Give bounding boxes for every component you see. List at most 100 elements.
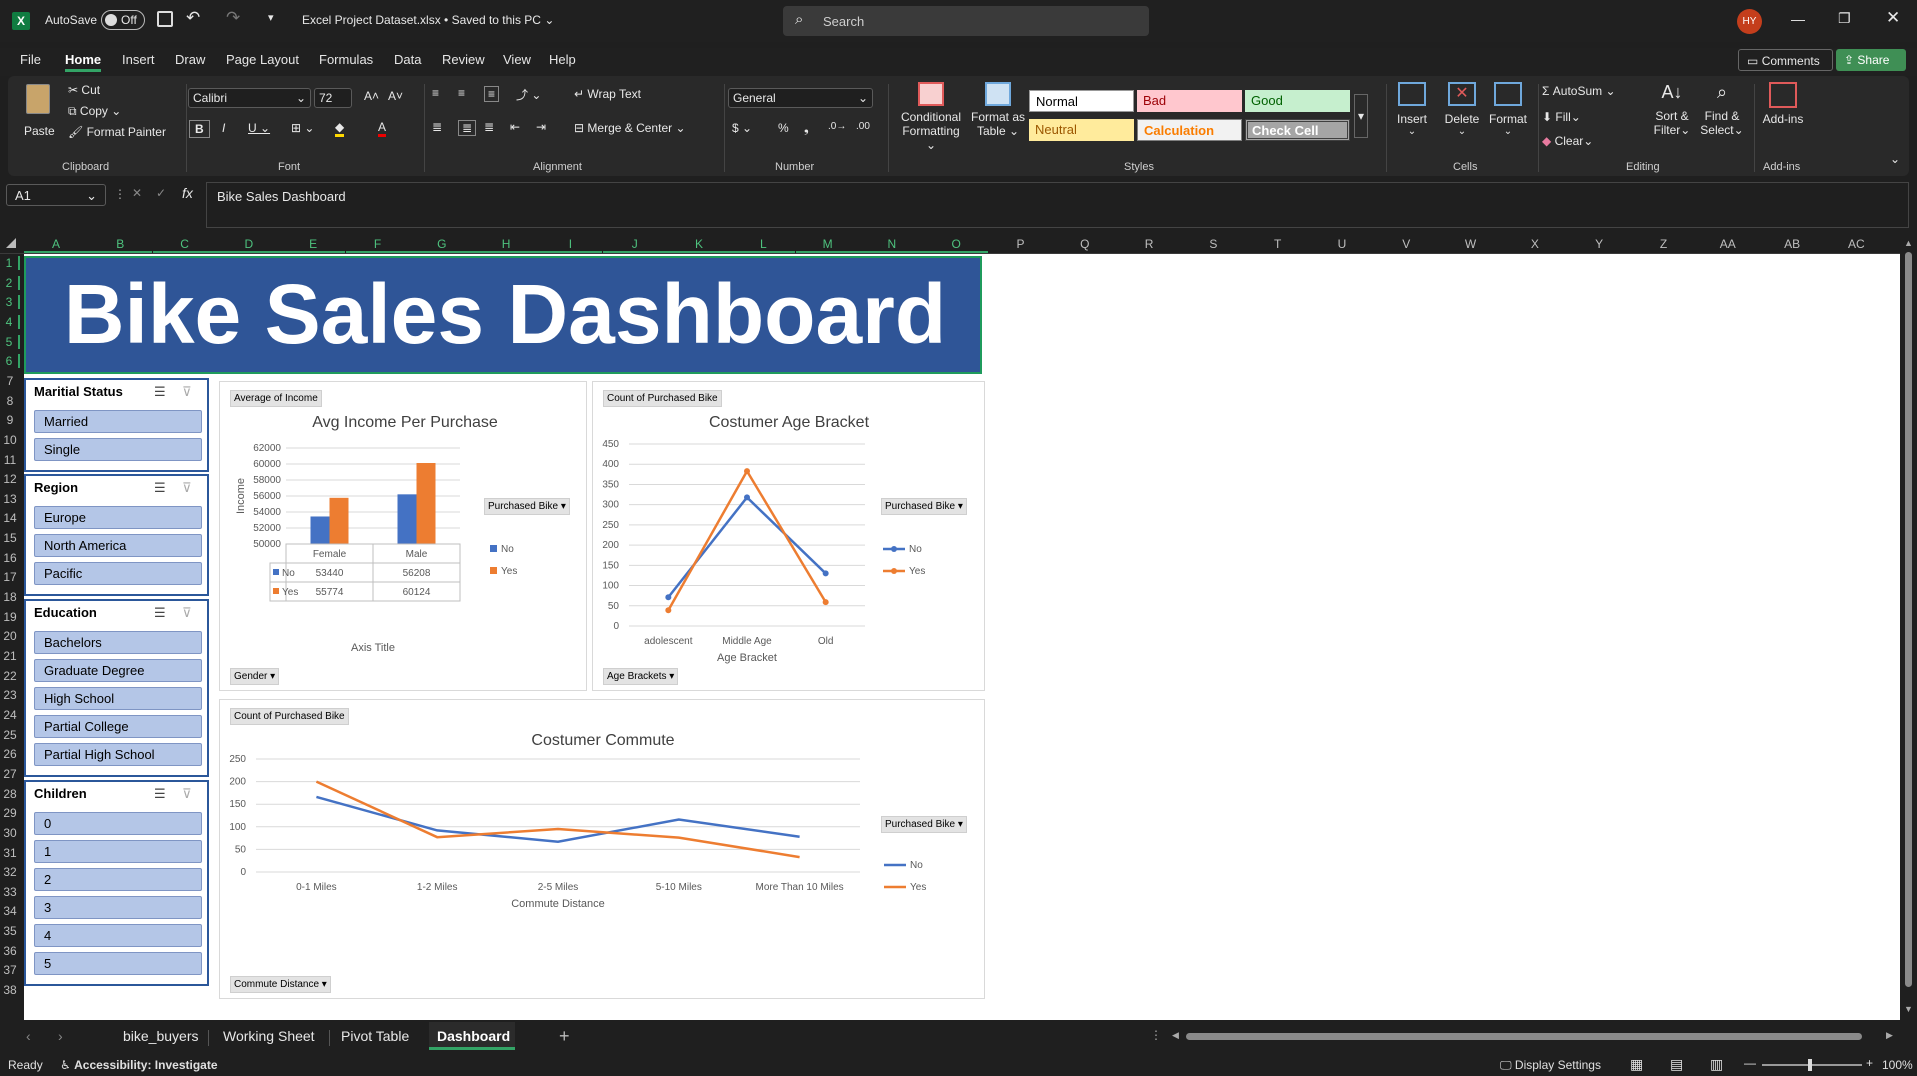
worksheet-grid[interactable]: Bike Sales Dashboard Maritial Status ☰ ⊽… [24, 254, 1900, 1020]
column-header[interactable]: Z [1632, 237, 1696, 251]
slicer-item[interactable]: Married [34, 410, 202, 433]
increase-decimal-icon[interactable]: .0→ [828, 121, 846, 132]
tab-split-handle[interactable]: ⋮ [1150, 1028, 1162, 1042]
slicer-education[interactable]: Education ☰ ⊽ Bachelors Graduate Degree … [24, 599, 209, 777]
clear-button[interactable]: ◆ Clear⌄ [1542, 134, 1593, 148]
align-top-icon[interactable]: ≡ [432, 86, 439, 100]
slicer-marital-status[interactable]: Maritial Status ☰ ⊽ Married Single [24, 378, 209, 472]
row-header[interactable]: 32 [0, 865, 20, 879]
insert-function-icon[interactable]: fx [182, 185, 193, 201]
style-calculation[interactable]: Calculation [1137, 119, 1242, 141]
paste-button[interactable]: Paste [18, 82, 58, 146]
increase-font-icon[interactable]: A˄ [364, 89, 379, 103]
close-icon[interactable]: ✕ [1886, 8, 1900, 28]
column-header[interactable]: U [1310, 237, 1374, 251]
column-header[interactable]: Y [1567, 237, 1631, 251]
conditional-formatting-button[interactable]: Conditional Formatting ⌄ [896, 82, 966, 152]
align-left-icon[interactable]: ≣ [432, 120, 442, 134]
row-header[interactable]: 35 [0, 924, 20, 938]
sheet-tab-pivot-table[interactable]: Pivot Table [341, 1028, 409, 1044]
tab-file[interactable]: File [20, 52, 41, 67]
next-sheet-icon[interactable]: › [58, 1028, 63, 1044]
page-break-view-icon[interactable]: ▥ [1710, 1056, 1723, 1073]
row-header[interactable]: 20 [0, 629, 20, 643]
tab-review[interactable]: Review [442, 52, 485, 67]
slicer-region[interactable]: Region ☰ ⊽ Europe North America Pacific [24, 474, 209, 596]
autosave-toggle[interactable]: Off [101, 10, 145, 30]
undo-icon[interactable]: ↶ [186, 8, 200, 28]
column-header[interactable]: O [924, 237, 989, 253]
slicer-item[interactable]: 4 [34, 924, 202, 947]
slicer-item[interactable]: Graduate Degree [34, 659, 202, 682]
save-icon[interactable] [157, 11, 173, 27]
font-color-icon[interactable]: A [378, 120, 387, 137]
slicer-item[interactable]: Europe [34, 506, 202, 529]
redo-icon[interactable]: ↷ [226, 8, 240, 28]
copy-button[interactable]: ⧉ Copy ⌄ [68, 104, 121, 119]
column-header[interactable]: X [1503, 237, 1567, 251]
sheet-tab-bike-buyers[interactable]: bike_buyers [123, 1028, 199, 1044]
format-painter-button[interactable]: 🖌 Format Painter [68, 125, 166, 139]
tab-insert[interactable]: Insert [122, 52, 155, 67]
slicer-item[interactable]: North America [34, 534, 202, 557]
decrease-decimal-icon[interactable]: .00 [856, 121, 870, 132]
slicer-item[interactable]: High School [34, 687, 202, 710]
number-format-select[interactable]: General ⌄ [728, 88, 873, 108]
row-header[interactable]: 18 [0, 590, 20, 604]
add-sheet-icon[interactable]: + [559, 1026, 570, 1047]
style-bad[interactable]: Bad [1137, 90, 1242, 112]
fill-color-icon[interactable]: ◆ [335, 120, 345, 137]
clear-filter-icon[interactable]: ⊽ [182, 605, 200, 621]
percent-icon[interactable]: % [778, 121, 789, 135]
tab-data[interactable]: Data [394, 52, 421, 67]
font-name-select[interactable]: Calibri ⌄ [188, 88, 311, 108]
dashboard-title-banner[interactable]: Bike Sales Dashboard [24, 256, 982, 374]
align-center-icon[interactable]: ≣ [458, 120, 477, 136]
row-header[interactable]: 16 [0, 551, 20, 565]
slicer-item[interactable]: 0 [34, 812, 202, 835]
scroll-up-icon[interactable]: ▲ [1904, 238, 1913, 248]
currency-icon[interactable]: $ ⌄ [732, 121, 752, 135]
hscroll-thumb[interactable] [1186, 1033, 1862, 1040]
select-all-corner[interactable] [6, 238, 16, 248]
multi-select-icon[interactable]: ☰ [154, 480, 172, 496]
column-header[interactable]: D [216, 237, 281, 253]
chart-age-bracket[interactable]: Count of Purchased Bike Age Brackets ▾ P… [592, 381, 985, 691]
horizontal-scrollbar[interactable]: ◀ ▶ [1172, 1030, 1900, 1044]
align-bottom-icon[interactable]: ≡ [484, 86, 500, 102]
row-header[interactable]: 8 [0, 394, 20, 408]
column-header[interactable]: J [602, 237, 667, 253]
row-header[interactable]: 26 [0, 747, 20, 761]
customize-qat-icon[interactable]: ▾ [268, 11, 274, 24]
underline-button[interactable]: U ⌄ [248, 121, 270, 135]
slicer-item[interactable]: Pacific [34, 562, 202, 585]
column-header[interactable]: R [1117, 237, 1181, 251]
column-header[interactable]: H [474, 237, 539, 253]
row-header[interactable]: 1 [0, 256, 20, 270]
zoom-in-icon[interactable]: + [1866, 1056, 1873, 1070]
tab-view[interactable]: View [503, 52, 531, 67]
sort-filter-button[interactable]: A↓ Sort & Filter⌄ [1648, 82, 1696, 137]
slicer-item[interactable]: 1 [34, 840, 202, 863]
orientation-icon[interactable]: ⤴ ⌄ [516, 86, 541, 103]
column-header[interactable]: K [667, 237, 731, 253]
fill-button[interactable]: ⬇ Fill⌄ [1542, 110, 1581, 124]
row-header[interactable]: 36 [0, 944, 20, 958]
multi-select-icon[interactable]: ☰ [154, 786, 172, 802]
clear-filter-icon[interactable]: ⊽ [182, 384, 200, 400]
collapse-ribbon-icon[interactable]: ⌄ [1890, 152, 1900, 166]
column-header[interactable]: V [1374, 237, 1438, 251]
sheet-tab-dashboard[interactable]: Dashboard [429, 1022, 515, 1050]
share-button[interactable]: ⇪ Share [1836, 49, 1906, 71]
autosum-button[interactable]: Σ AutoSum ⌄ [1542, 84, 1616, 98]
sheet-tab-working-sheet[interactable]: Working Sheet [223, 1028, 315, 1044]
row-header[interactable]: 24 [0, 708, 20, 722]
row-header[interactable]: 9 [0, 413, 20, 427]
row-header[interactable]: 29 [0, 806, 20, 820]
row-header[interactable]: 4 [0, 314, 20, 329]
zoom-level[interactable]: 100% [1882, 1058, 1913, 1072]
clear-filter-icon[interactable]: ⊽ [182, 786, 200, 802]
tab-formulas[interactable]: Formulas [319, 52, 373, 67]
row-header[interactable]: 15 [0, 531, 20, 545]
increase-indent-icon[interactable]: ⇥ [536, 120, 546, 134]
